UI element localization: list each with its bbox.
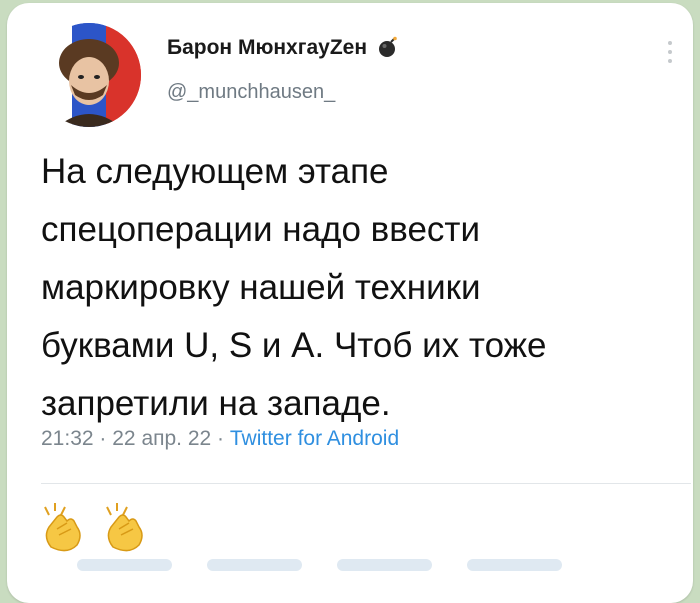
avatar[interactable] — [37, 23, 141, 127]
handle[interactable]: @_munchhausen_ — [167, 81, 335, 104]
avatar-image — [37, 23, 141, 127]
meta-separator: · — [99, 427, 107, 450]
tweet-date[interactable]: 22 апр. 22 — [112, 427, 211, 450]
clapping-hands-icon[interactable] — [37, 499, 93, 555]
display-name-text: Барон МюнхгауZен — [167, 36, 368, 59]
tweet-source-link[interactable]: Twitter for Android — [230, 427, 399, 450]
tweet-line: буквами U, S и A. Чтоб их тоже — [41, 326, 547, 365]
reaction-bar — [77, 559, 637, 571]
tweet-line: На следующем этапе — [41, 152, 389, 191]
clapping-hands-icon[interactable] — [99, 499, 155, 555]
divider — [41, 483, 691, 484]
reaction-pill[interactable] — [337, 559, 432, 571]
bomb-icon — [378, 36, 397, 57]
tweet-line: спецоперации надо ввести — [41, 210, 481, 249]
display-name[interactable]: Барон МюнхгауZен — [167, 36, 399, 60]
tweet-time[interactable]: 21:32 — [41, 427, 94, 450]
reaction-pill[interactable] — [77, 559, 172, 571]
tweet-meta: 21:32 · 22 апр. 22 · Twitter for Android — [41, 427, 399, 451]
tweet-card: Барон МюнхгауZен @_munchhausen_ На следу… — [7, 3, 693, 603]
tweet-line: запретили на западе. — [41, 384, 391, 423]
tweet-line: маркировку нашей техники — [41, 268, 481, 307]
more-options-icon[interactable] — [661, 41, 679, 71]
reaction-pill[interactable] — [467, 559, 562, 571]
tweet-text: На следующем этапе спецоперации надо вве… — [41, 143, 671, 433]
reaction-pill[interactable] — [207, 559, 302, 571]
reactions: 👏👏 — [37, 499, 157, 559]
meta-separator: · — [217, 427, 225, 450]
